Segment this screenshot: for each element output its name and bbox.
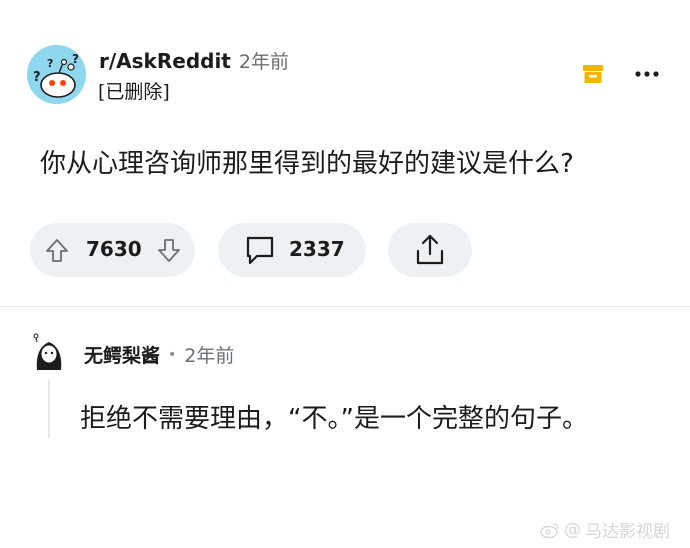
meta-separator: • (168, 346, 177, 363)
vote-count: 7630 (86, 237, 142, 261)
post-title[interactable]: 你从心理咨询师那里得到的最好的建议是什么? (40, 143, 574, 180)
comment-icon (246, 236, 274, 265)
comment-meta: 无鳄梨酱 • 2年前 (84, 341, 234, 368)
comment-author[interactable]: 无鳄梨酱 (84, 341, 160, 368)
commenter-avatar[interactable] (27, 330, 71, 374)
vote-bar: 7630 (30, 223, 195, 277)
comments-button[interactable]: 2337 (218, 223, 366, 277)
share-icon (416, 234, 444, 265)
post-author: [已删除] (98, 81, 170, 103)
snoo-icon: ? ? ? (27, 45, 86, 104)
share-button[interactable] (388, 223, 472, 277)
subreddit-name[interactable]: r/AskReddit (99, 49, 231, 73)
upvote-icon[interactable] (45, 238, 69, 263)
comment-body: 拒绝不需要理由，“不。”是一个完整的句子。 (80, 404, 588, 434)
watermark-symbol: @ (564, 519, 581, 540)
post-time: 2年前 (238, 51, 289, 73)
weibo-logo-icon (540, 522, 559, 538)
subreddit-row: r/AskReddit 2年前 (99, 47, 289, 74)
svg-text:?: ? (47, 57, 53, 70)
downvote-icon[interactable] (157, 238, 181, 263)
post-header: ? ? ? r/AskReddit 2年前 [已删除] (0, 0, 690, 120)
comment-count: 2337 (289, 237, 345, 261)
comment-time: 2年前 (184, 345, 235, 367)
subreddit-avatar[interactable]: ? ? ? (27, 45, 86, 104)
svg-text:?: ? (33, 70, 41, 85)
award-icon[interactable] (582, 63, 604, 85)
more-options-icon[interactable] (634, 63, 660, 85)
watermark-text: 马达影视剧 (585, 522, 670, 542)
watermark: @ 马达影视剧 (540, 517, 670, 542)
svg-text:?: ? (72, 52, 79, 66)
section-divider (0, 306, 690, 307)
thread-line[interactable] (48, 380, 50, 438)
